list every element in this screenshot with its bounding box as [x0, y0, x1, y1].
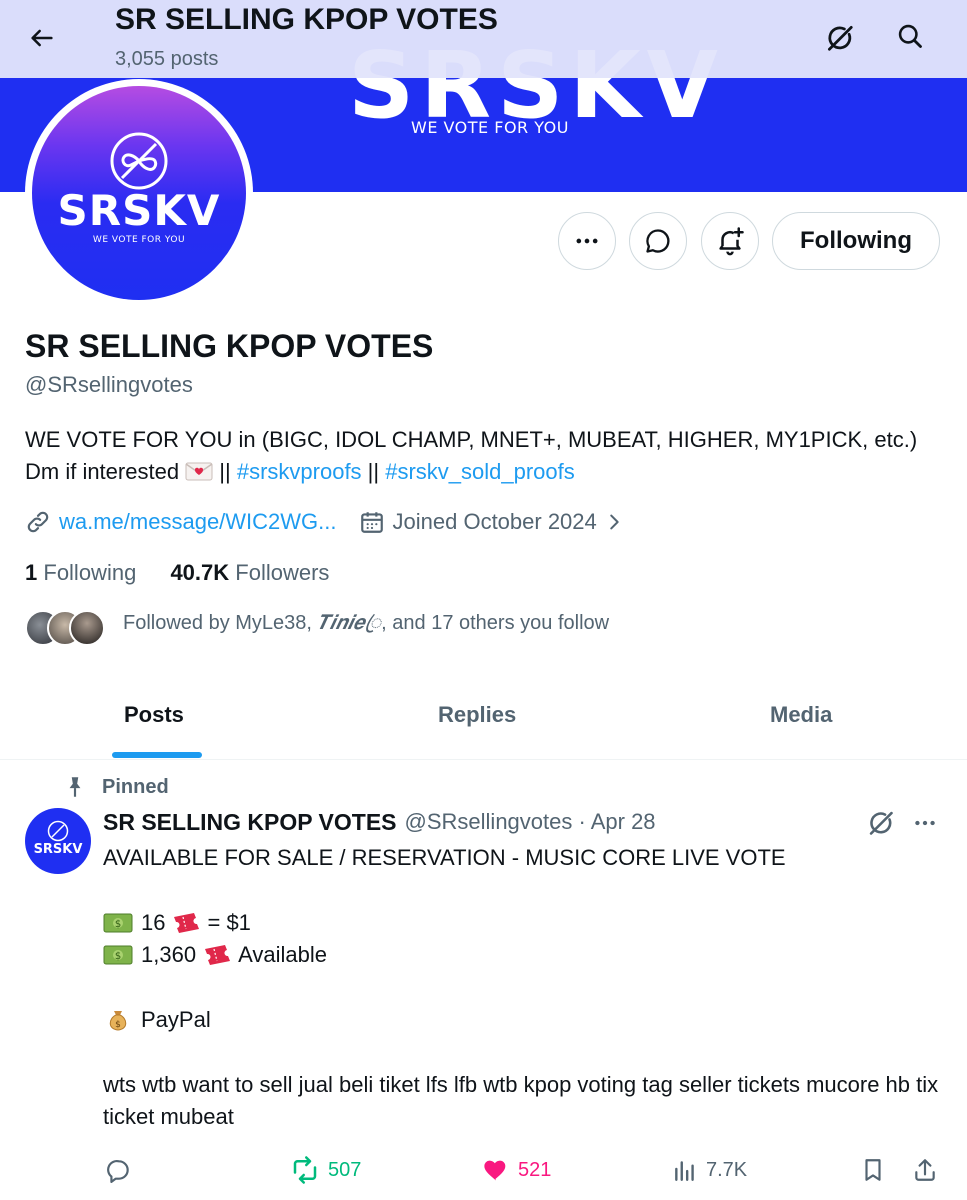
back-button[interactable] — [22, 18, 62, 58]
more-options-button[interactable] — [558, 212, 616, 270]
more-dots-icon — [576, 238, 598, 244]
heart-icon — [484, 1160, 506, 1181]
profile-handle: @SRsellingvotes — [25, 372, 193, 397]
joined-date: Joined October 2024 — [392, 509, 597, 534]
bell-plus-icon — [719, 227, 744, 256]
profile-header-bar: SR SELLING KPOP VOTES 3,055 posts — [0, 0, 967, 78]
profile-meta: wa.me/message/WIC2WG... Joined October 2… — [25, 506, 625, 538]
post-actions: 507 521 7.7K — [0, 1150, 967, 1190]
message-icon — [646, 229, 670, 253]
dollar-banknote-icon: $ — [103, 913, 133, 933]
infinity-logo-icon — [47, 820, 69, 842]
pinned-indicator: Pinned — [62, 772, 169, 802]
bookmark-button[interactable] — [860, 1150, 894, 1190]
infinity-logo-icon — [110, 132, 168, 190]
pinned-label: Pinned — [102, 775, 169, 798]
ticket-icon — [205, 945, 231, 965]
link-icon — [27, 511, 49, 533]
post-line: AVAILABLE FOR SALE / RESERVATION - MUSIC… — [103, 845, 786, 870]
retweet-button[interactable]: 507 — [290, 1150, 361, 1190]
following-label: Following — [43, 560, 137, 585]
reply-icon — [107, 1159, 129, 1183]
post-header: SR SELLING KPOP VOTES @SRsellingvotes · … — [103, 806, 656, 838]
pin-icon — [69, 777, 81, 797]
message-button[interactable] — [629, 212, 687, 270]
svg-text:$: $ — [115, 951, 121, 962]
svg-text:$: $ — [115, 1020, 121, 1030]
arrow-left-icon — [31, 29, 53, 47]
header-post-count: 3,055 posts — [115, 48, 219, 70]
followers-count-link[interactable]: 40.7K Followers — [170, 560, 329, 585]
bio-separator: || — [361, 459, 386, 484]
profile-bio: WE VOTE FOR YOU in (BIGC, IDOL CHAMP, MN… — [25, 424, 945, 488]
grok-button[interactable] — [818, 16, 862, 60]
notifications-button[interactable] — [701, 212, 759, 270]
chevron-right-icon[interactable] — [603, 511, 625, 533]
grok-icon — [869, 811, 893, 835]
views-icon — [675, 1161, 694, 1181]
search-button[interactable] — [888, 14, 932, 58]
followers-label: Followers — [235, 560, 330, 585]
hashtag-srskvproofs[interactable]: #srskvproofs — [237, 459, 362, 484]
post-text: AVAILABLE FOR SALE / RESERVATION - MUSIC… — [103, 842, 943, 1133]
profile-avatar[interactable]: SRSKV WE VOTE FOR YOU — [25, 79, 253, 307]
post-line: $ 16 = $1 — [103, 907, 943, 939]
hashtag-srskv-sold-proofs[interactable]: #srskv_sold_proofs — [385, 459, 575, 484]
ticket-icon — [174, 913, 200, 933]
tab-media[interactable]: Media — [770, 702, 832, 728]
tab-posts[interactable]: Posts — [124, 702, 184, 728]
follower-avatars — [25, 610, 105, 646]
active-tab-indicator — [112, 752, 202, 758]
dollar-banknote-icon: $ — [103, 945, 133, 965]
follow-stats: 1 Following 40.7K Followers — [25, 560, 329, 586]
post-author-name[interactable]: SR SELLING KPOP VOTES — [103, 809, 397, 836]
calendar-icon — [360, 512, 383, 533]
followed-by-row[interactable]: Followed by MyLe38, 𝑻𝒊𝒏𝒊𝒆ꦿ, and 17 other… — [25, 608, 609, 648]
like-count: 521 — [518, 1158, 552, 1181]
profile-name: SR SELLING KPOP VOTES — [25, 328, 434, 364]
post-grok-button[interactable] — [862, 806, 900, 840]
header-title: SR SELLING KPOP VOTES — [115, 3, 498, 36]
share-icon — [915, 1159, 935, 1181]
share-button[interactable] — [912, 1150, 946, 1190]
tab-replies[interactable]: Replies — [438, 702, 516, 728]
avatar-logo: SRSKV WE VOTE FOR YOU — [32, 86, 246, 300]
love-letter-icon — [185, 462, 213, 481]
grok-icon — [828, 26, 853, 51]
following-count-link[interactable]: 1 Following — [25, 560, 136, 585]
following-button[interactable]: Following — [772, 212, 940, 270]
post-more-button[interactable] — [904, 806, 946, 840]
following-count: 1 — [25, 560, 38, 585]
post-line: wts wtb want to sell jual beli tiket lfs… — [103, 1072, 939, 1129]
like-button[interactable]: 521 — [482, 1150, 551, 1190]
post-author-meta[interactable]: @SRsellingvotes · Apr 28 — [405, 809, 656, 835]
post-avatar[interactable]: SRSKV — [25, 808, 91, 874]
avatar-tagline: WE VOTE FOR YOU — [92, 235, 186, 245]
search-icon — [898, 24, 922, 48]
profile-website-link[interactable]: wa.me/message/WIC2WG... — [59, 509, 337, 535]
views-button[interactable]: 7.7K — [672, 1150, 747, 1190]
post-line: $ PayPal — [103, 1004, 943, 1036]
more-dots-icon — [915, 820, 935, 826]
banner-tagline: WE VOTE FOR YOU — [411, 118, 569, 137]
avatar — [69, 610, 105, 646]
followed-by-text: Followed by MyLe38, 𝑻𝒊𝒏𝒊𝒆ꦿ, and 17 other… — [123, 610, 610, 634]
avatar-logo-text: SRSKV — [57, 186, 221, 235]
post-avatar-text: SRSKV — [33, 842, 83, 857]
reply-button[interactable] — [106, 1150, 140, 1190]
bookmark-icon — [865, 1159, 881, 1181]
post-line: $ 1,360 Available — [103, 939, 943, 971]
retweet-count: 507 — [328, 1158, 362, 1181]
view-count: 7.7K — [706, 1158, 748, 1181]
money-bag-icon: $ — [109, 1011, 127, 1031]
profile-tabs: Posts Replies Media — [0, 678, 967, 760]
followers-count: 40.7K — [170, 560, 230, 585]
bio-separator: || — [213, 459, 237, 484]
svg-text:$: $ — [115, 919, 121, 930]
retweet-icon — [293, 1156, 317, 1184]
